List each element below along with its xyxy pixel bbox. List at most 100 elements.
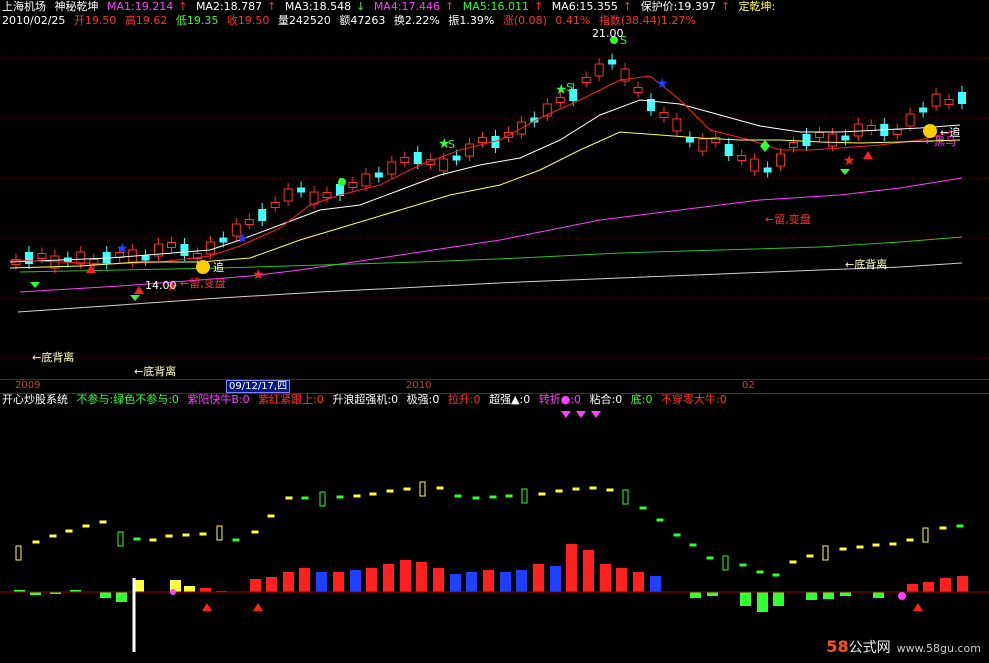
candlestick (698, 133, 708, 156)
curve-segment (285, 496, 293, 500)
ma-red-line (9, 75, 961, 265)
histogram-bar (566, 544, 577, 592)
chart-canvas[interactable]: ★ ★ ★ ★ ★ ★ ★ ★ (0, 0, 989, 663)
candlestick (608, 53, 617, 70)
curve-segment (806, 554, 814, 558)
triangle-up-icon (202, 603, 212, 611)
triangle-down-icon (591, 411, 601, 418)
star-icon: ★ (843, 153, 856, 169)
dot-icon (338, 178, 346, 186)
curve-segment (673, 533, 681, 537)
indicator-name[interactable]: 开心炒股系统 (2, 393, 68, 406)
candlestick (919, 101, 928, 118)
candlestick (413, 146, 422, 169)
curve-segment (65, 529, 73, 533)
ma-magenta-line (19, 177, 963, 293)
candlestick (581, 71, 591, 88)
curve-segment (939, 526, 947, 530)
buy-signal-label: ←留,变盘 (765, 213, 811, 226)
watermark-number: 58 (826, 637, 849, 656)
curve-segment (606, 488, 614, 492)
ind-e: 极强:0 (406, 393, 440, 406)
dot-icon (898, 592, 906, 600)
curve-segment (403, 487, 411, 491)
histogram-bar (873, 592, 884, 598)
triangle-up-icon (134, 286, 144, 294)
curve-segment (232, 538, 240, 542)
histogram-bar (533, 564, 544, 592)
curve-segment (117, 531, 124, 547)
curve-segment (82, 524, 90, 528)
curve-segment (589, 486, 597, 490)
candlestick (297, 181, 306, 198)
s-label: S (620, 34, 627, 47)
star-icon: ★ (252, 267, 265, 283)
histogram-bar (616, 568, 627, 592)
candlestick (374, 166, 383, 183)
triangle-down-icon (561, 411, 571, 418)
curve-segment (454, 494, 462, 498)
histogram-bar (383, 564, 394, 592)
triangle-up-icon (253, 603, 263, 611)
watermark-text: 公式网 (848, 640, 891, 656)
candlestick (270, 196, 280, 213)
histogram-bar (840, 592, 851, 596)
histogram-bar (823, 592, 834, 599)
curve-segment (789, 560, 797, 564)
histogram-bar (690, 592, 701, 598)
candlestick (776, 148, 786, 171)
indicator-bars (14, 544, 968, 612)
histogram-bar (550, 566, 561, 592)
indicator-markers (170, 411, 923, 611)
triangle-up-icon (913, 603, 923, 611)
curve-segment (216, 525, 223, 541)
histogram-bar (283, 572, 294, 592)
price-grid (0, 57, 989, 359)
histogram-bar (184, 586, 195, 592)
curve-segment (956, 524, 964, 528)
candlestick (465, 138, 475, 161)
histogram-bar (266, 577, 277, 592)
candlestick (866, 119, 876, 136)
candlestick (24, 246, 33, 269)
curve-segment (622, 489, 629, 505)
candlestick (827, 128, 837, 151)
candlestick (724, 138, 733, 161)
curve-segment (889, 542, 897, 546)
ind-b: 紫阳快牛B:0 (187, 393, 250, 406)
date-2009: 2009 (15, 380, 41, 391)
candlestick (685, 131, 694, 148)
s-label: S (566, 81, 573, 94)
curve-segment (906, 538, 914, 542)
candlestick (180, 238, 189, 261)
date-cursor[interactable]: 09/12/17,四 (226, 380, 291, 393)
divergence-label: ←底背离 (845, 258, 888, 271)
curve-segment (199, 532, 207, 536)
candlestick (750, 153, 760, 176)
diamond-icon (760, 140, 770, 152)
histogram-bar (633, 572, 644, 592)
curve-segment (922, 527, 929, 543)
curve-segment (839, 547, 847, 551)
histogram-bar (650, 576, 661, 592)
dot-icon (170, 589, 176, 595)
candlestick (931, 88, 941, 111)
ind-a: 不参与:绿色不参与:0 (76, 393, 179, 406)
histogram-bar (600, 564, 611, 592)
candlestick (737, 149, 747, 166)
candlestick (763, 161, 772, 178)
ind-d: 升浪超强机:0 (332, 393, 399, 406)
histogram-bar (250, 579, 261, 592)
histogram-bar (450, 574, 461, 592)
star-icon: ★ (656, 76, 669, 92)
candlestick (905, 108, 915, 131)
candlestick (516, 116, 526, 139)
candlestick (309, 186, 319, 209)
triangle-down-icon (30, 282, 40, 288)
histogram-bar (100, 592, 111, 598)
curve-segment (369, 492, 377, 496)
histogram-bar (116, 592, 127, 602)
histogram-bar (757, 592, 768, 612)
histogram-bar (907, 584, 918, 592)
curve-segment (856, 545, 864, 549)
